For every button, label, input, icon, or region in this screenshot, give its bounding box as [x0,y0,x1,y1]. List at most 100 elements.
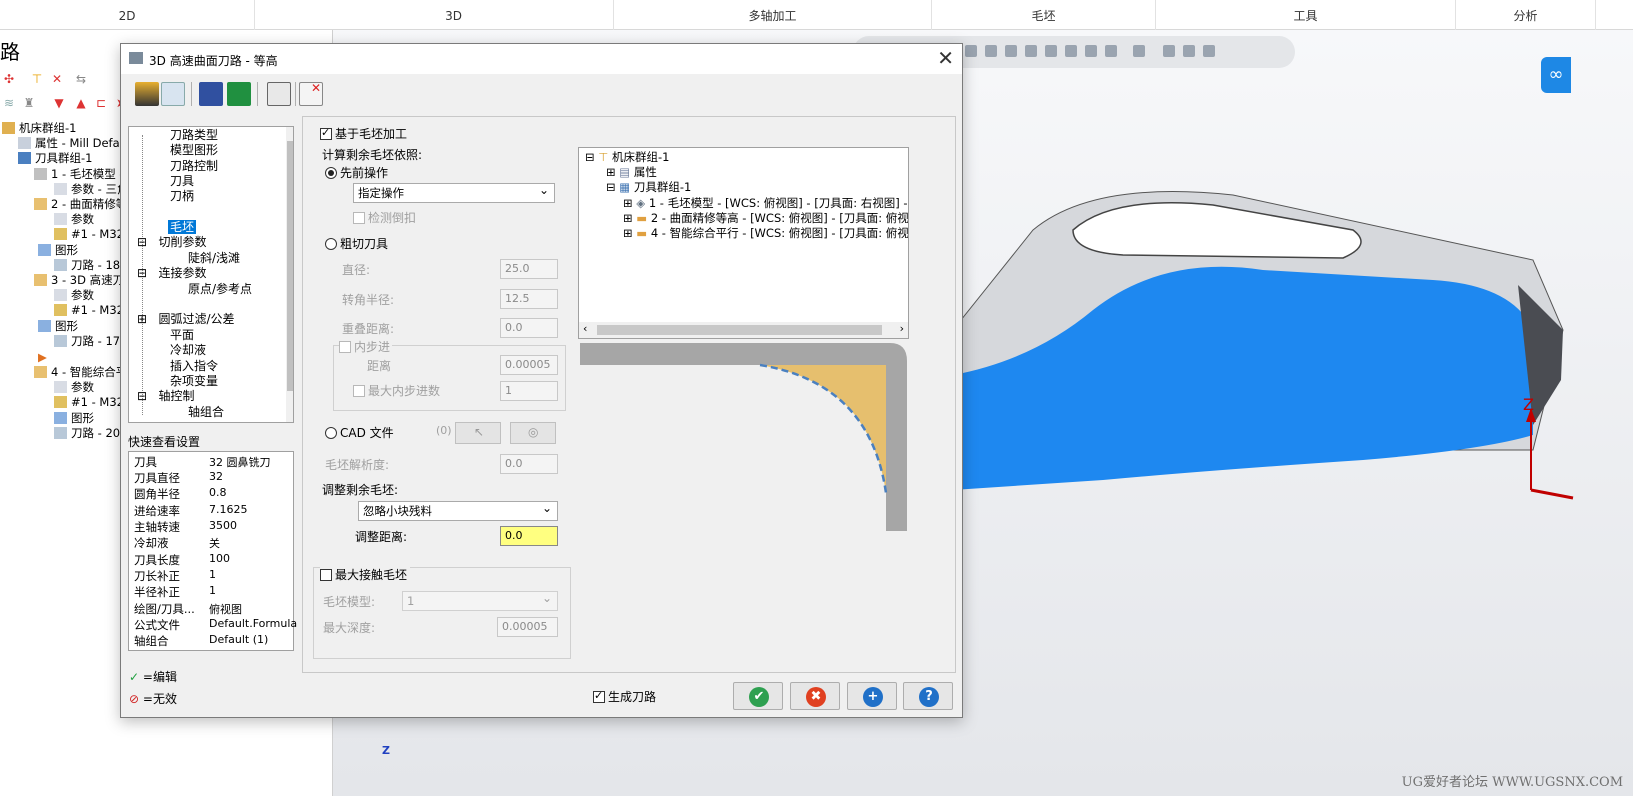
resolution-field[interactable]: 0.0 [500,454,558,474]
page-cut-params[interactable]: ⊟ 切削参数 [137,235,207,250]
select-all-icon[interactable]: ✣ [2,72,16,86]
ok-button[interactable]: ✔ [733,682,783,710]
tree-op-3-params[interactable]: 参数 [54,288,94,303]
calculator-icon[interactable] [267,82,291,106]
page-model-geometry[interactable]: 模型图形 [170,143,218,158]
page-stock[interactable]: 毛坯 [168,220,197,235]
generate-toolpath-checkbox[interactable]: 生成刀路 [593,688,656,705]
view-iso-icon[interactable] [1025,45,1037,57]
reset-icon[interactable]: ✕ [299,81,323,106]
view-cube-icon[interactable] [1005,45,1017,57]
page-planes[interactable]: 平面 [170,328,194,343]
view-rotate-icon[interactable] [1183,45,1195,57]
op-tree-tool-group[interactable]: ⊟ ▦ 刀具群组-1 [606,180,691,195]
page-axis-control[interactable]: ⊟ 轴控制 [137,389,195,404]
stepin-checkbox[interactable]: 内步进 [339,338,393,355]
page-coolant[interactable]: 冷却液 [170,343,206,358]
ribbon-tab-3d[interactable]: 3D [294,0,614,30]
regen-icon[interactable]: ⇆ [74,72,88,86]
view-fit-icon[interactable] [965,45,977,57]
op-select-dropdown[interactable]: 指定操作 [353,181,555,203]
corner-field[interactable]: 12.5 [500,289,558,309]
close-button[interactable]: ✕ [937,46,954,70]
page-canned-text[interactable]: 插入指令 [170,359,218,374]
preview-icon[interactable] [161,82,185,106]
page-home-ref[interactable]: 原点/参考点 [188,282,252,297]
page-toolpath-control[interactable]: 刀路控制 [170,159,218,174]
page-arc-filter[interactable]: ⊞ 圆弧过滤/公差 [137,312,235,327]
tree-op-2-params[interactable]: 参数 [54,212,94,227]
page-misc-values[interactable]: 杂项变量 [170,374,218,389]
cancel-button[interactable]: ✖ [790,682,840,710]
ribbon-tab-tools[interactable]: 工具 [1156,0,1456,30]
insert-icon[interactable]: ⊏ [94,96,108,110]
select-valid-icon[interactable]: ⊤ [30,72,44,86]
op-tree-op-2[interactable]: ⊞ ▬ 2 - 曲面精修等高 - [WCS: 俯视图] - [刀具面: 俯视图 [623,211,908,226]
tree-op-3-toolpath[interactable]: 刀路 - 172 [54,334,127,349]
tree-op-2-toolpath[interactable]: 刀路 - 182 [54,258,127,273]
ghost-icon[interactable]: ♜ [22,96,36,110]
op-tree-machine-group[interactable]: ⊟ ⊤ 机床群组-1 [585,150,669,165]
op-tree-properties[interactable]: ⊞ ▤ 属性 [606,165,657,180]
tool-icon[interactable] [135,82,159,106]
max-depth-field[interactable]: 0.00005 [497,617,558,637]
max-stepin-checkbox[interactable]: 最大内步进数 [353,382,440,399]
view-pan-icon[interactable] [985,45,997,57]
view-front-icon[interactable] [1065,45,1077,57]
view-right-icon[interactable] [1085,45,1097,57]
page-tool[interactable]: 刀具 [170,174,194,189]
overlap-field[interactable]: 0.0 [500,318,558,338]
stock-model-dropdown[interactable]: 1 [402,589,558,611]
adjust-dist-field[interactable]: 0.0 [500,526,558,546]
help-button[interactable]: ? [903,682,953,710]
view-select-icon[interactable] [1133,45,1145,57]
tree-op-1[interactable]: 1 - 毛坯模型 - [34,167,124,182]
view-shade-icon[interactable] [1105,45,1117,57]
tree-op-3-geometry[interactable]: 图形 [38,319,78,334]
view-zoom-icon[interactable] [1163,45,1175,57]
wave-icon[interactable]: ≋ [2,96,16,110]
page-tree-scrollbar[interactable] [286,127,293,422]
add-button[interactable]: + [847,682,897,710]
page-linking[interactable]: ⊟ 连接参数 [137,266,207,281]
tree-machine-group[interactable]: 机床群组-1 [2,121,76,136]
check-undercut-checkbox[interactable]: 检测倒扣 [353,209,416,226]
page-toolpath-type[interactable]: 刀路类型 [170,128,218,143]
rough-tool-radio[interactable]: 粗切刀具 [325,235,388,252]
op-tree-op-4[interactable]: ⊞ ▬ 4 - 智能综合平行 - [WCS: 俯视图] - [刀具面: 俯视图 [623,226,908,241]
view-settings-icon[interactable] [1203,45,1215,57]
diameter-field[interactable]: 25.0 [500,259,558,279]
select-cad-button[interactable]: ↖ [455,422,501,444]
prev-op-radio[interactable]: 先前操作 [325,164,388,181]
distance-field[interactable]: 0.00005 [500,355,558,375]
ribbon-tab-stock[interactable]: 毛坯 [932,0,1156,30]
max-stepin-field[interactable]: 1 [500,381,558,401]
tree-properties[interactable]: 属性 - Mill Default [18,136,135,151]
select-invalid-icon[interactable]: ✕ [50,72,64,86]
op-tree-op-1[interactable]: ⊞ ◈ 1 - 毛坯模型 - [WCS: 俯视图] - [刀具面: 右视图] -… [623,196,908,211]
move-up-icon[interactable]: ▲ [74,96,88,110]
tree-op-4-params[interactable]: 参数 [54,380,94,395]
op-tree-hscrollbar[interactable]: ‹ › [579,322,908,338]
tree-op-4-toolpath[interactable]: 刀路 - 209 [54,426,127,441]
view-top-icon[interactable] [1045,45,1057,57]
tree-op-4[interactable]: 4 - 智能综合平 [34,365,127,380]
ribbon-tab-2d[interactable]: 2D [0,0,255,30]
ribbon-tab-multiaxis[interactable]: 多轴加工 [614,0,932,30]
cad-options-button[interactable]: ◎ [510,422,556,444]
page-axis-combination[interactable]: 轴组合 [188,405,224,420]
tree-op-2-geometry[interactable]: 图形 [38,243,78,258]
page-holder[interactable]: 刀柄 [170,189,194,204]
cad-file-radio[interactable]: CAD 文件 [325,424,394,441]
page-steep-shallow[interactable]: 陡斜/浅滩 [188,251,240,266]
save-default-icon[interactable] [227,82,251,106]
save-icon[interactable] [199,82,223,106]
use-stock-checkbox[interactable]: 基于毛坯加工 [320,125,407,142]
cloud-share-icon[interactable]: ∞ [1541,57,1571,93]
ribbon-tab-analysis[interactable]: 分析 [1456,0,1596,30]
adjust-dropdown[interactable]: 忽略小块残料 [358,499,558,521]
tree-tool-group[interactable]: 刀具群组-1 [18,151,92,166]
tree-op-1-params[interactable]: 参数 - 三角 [54,182,128,197]
max-contact-checkbox[interactable]: 最大接触毛坯 [320,566,411,583]
tree-op-4-geometry[interactable]: 图形 [54,411,94,426]
